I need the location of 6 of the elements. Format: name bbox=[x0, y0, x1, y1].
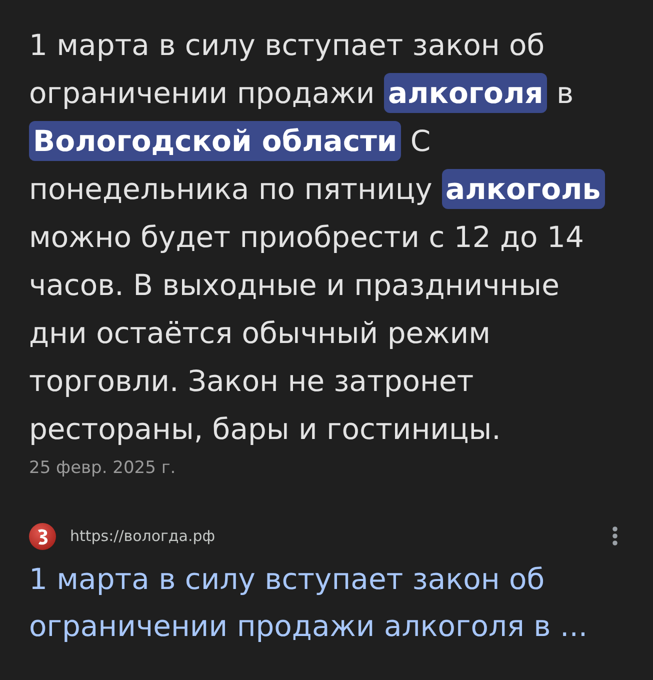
logo-icon bbox=[29, 522, 56, 550]
result-title-link[interactable]: 1 марта в силу вступает закон об ограничении продажи алкоголя в ... bbox=[29, 556, 623, 650]
snippet-text: 1 марта в силу вступает закон об ограничении продажи алкоголя в Вологодской области С понедельника по пятницу алкоголь можно будет приобрести с 12 до 14 часов. В выходные и праздничные дни остаётся обычный режим торговли. Закон не затронет рестораны, бары и гостиницы. bbox=[29, 21, 623, 453]
date-text: 25 февр. 2025 г. bbox=[29, 457, 176, 479]
url-text: https://вологда.рф bbox=[70, 526, 216, 546]
more-options-icon[interactable] bbox=[612, 526, 618, 546]
